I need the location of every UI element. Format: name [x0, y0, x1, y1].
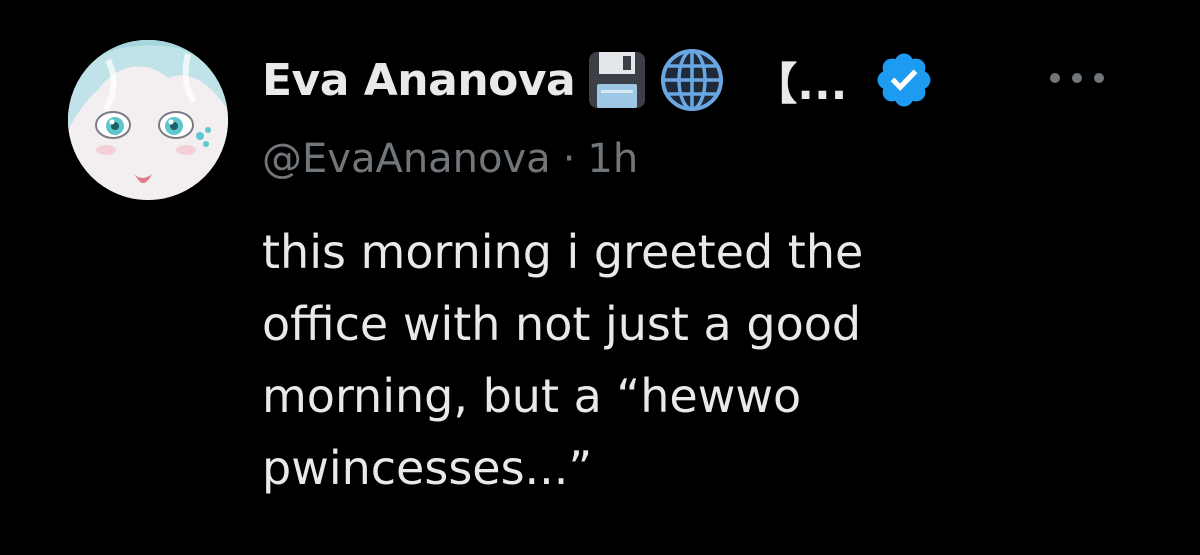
tweet-meta: @EvaAnanova · 1h [262, 136, 638, 182]
display-name[interactable]: Eva Ananova [262, 55, 576, 106]
author-handle[interactable]: @EvaAnanova [262, 136, 551, 182]
tweet-text-line: this morning i greeted the [262, 225, 864, 279]
tweet-text-line: office with not just a good [262, 297, 862, 351]
meta-separator: · [562, 136, 576, 182]
tweet-header: Eva Ananova 【... [262, 48, 935, 112]
tweet-timestamp[interactable]: 1h [587, 136, 638, 182]
more-dots-icon [1050, 73, 1104, 83]
avatar-image [68, 40, 228, 200]
name-suffix: 【... [753, 59, 848, 110]
globe-icon [659, 47, 725, 113]
tweet[interactable]: Eva Ananova 【... @EvaAnanova · 1h this m… [0, 0, 1200, 555]
verified-badge-icon[interactable] [873, 49, 935, 111]
floppy-disk-icon [585, 48, 649, 112]
tweet-text-line: morning, but a “hewwo [262, 369, 802, 423]
tweet-text-line: pwincesses...” [262, 441, 593, 495]
tweet-text: this morning i greeted the office with n… [262, 216, 1162, 504]
avatar[interactable] [68, 40, 228, 200]
more-options-button[interactable] [1045, 66, 1109, 90]
